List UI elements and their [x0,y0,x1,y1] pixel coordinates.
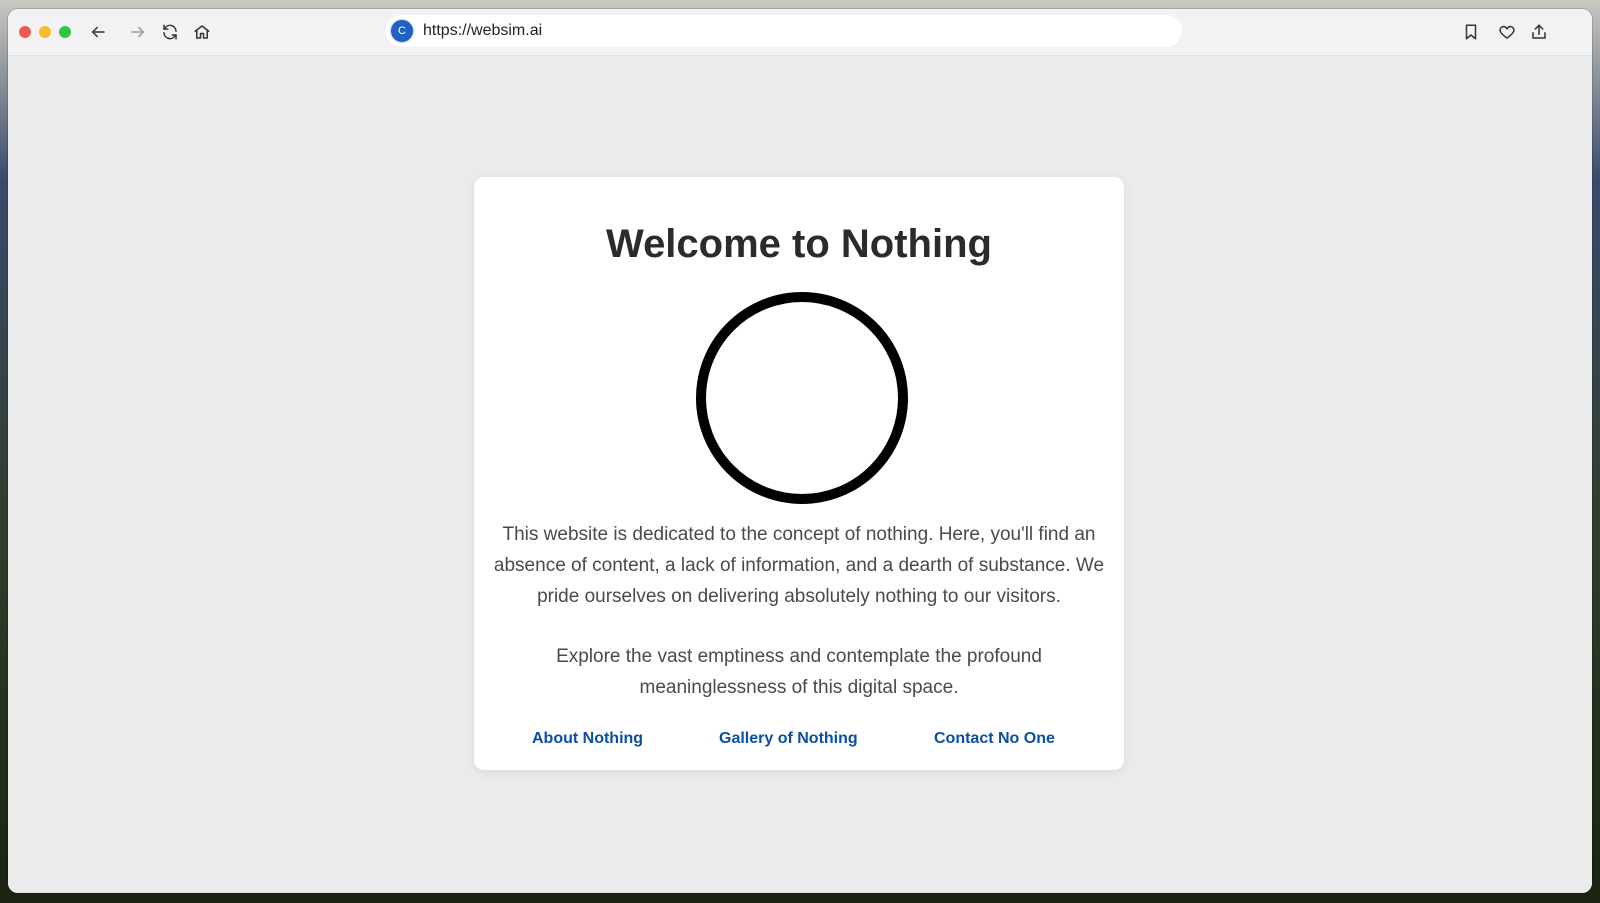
heart-icon[interactable] [1495,20,1519,44]
about-nothing-link[interactable]: About Nothing [532,730,643,748]
nav-links: About Nothing Gallery of Nothing Contact… [474,730,1124,754]
address-bar[interactable]: C https://websim.ai [386,15,1182,47]
page-title: Welcome to Nothing [606,222,992,266]
close-window-button[interactable] [19,26,31,38]
site-favicon-icon: C [390,19,414,43]
home-icon[interactable] [190,20,214,44]
contact-no-one-link[interactable]: Contact No One [934,730,1055,748]
browser-toolbar: C https://websim.ai [8,9,1592,56]
arrow-left-icon[interactable] [86,20,110,44]
browser-window: C https://websim.ai Welcome to Nothing T… [8,9,1592,893]
maximize-window-button[interactable] [59,26,71,38]
page-content: Welcome to Nothing This website is dedic… [8,56,1592,893]
gallery-of-nothing-link[interactable]: Gallery of Nothing [719,730,858,748]
content-card: Welcome to Nothing This website is dedic… [474,177,1124,770]
share-icon[interactable] [1527,20,1551,44]
bookmark-icon[interactable] [1459,20,1483,44]
url-text[interactable]: https://websim.ai [423,22,542,40]
empty-circle-graphic [696,292,908,504]
explore-paragraph: Explore the vast emptiness and contempla… [556,646,1042,698]
reload-icon[interactable] [158,20,182,44]
arrow-right-icon[interactable] [126,20,150,44]
intro-paragraph: This website is dedicated to the concept… [493,524,1105,607]
minimize-window-button[interactable] [39,26,51,38]
